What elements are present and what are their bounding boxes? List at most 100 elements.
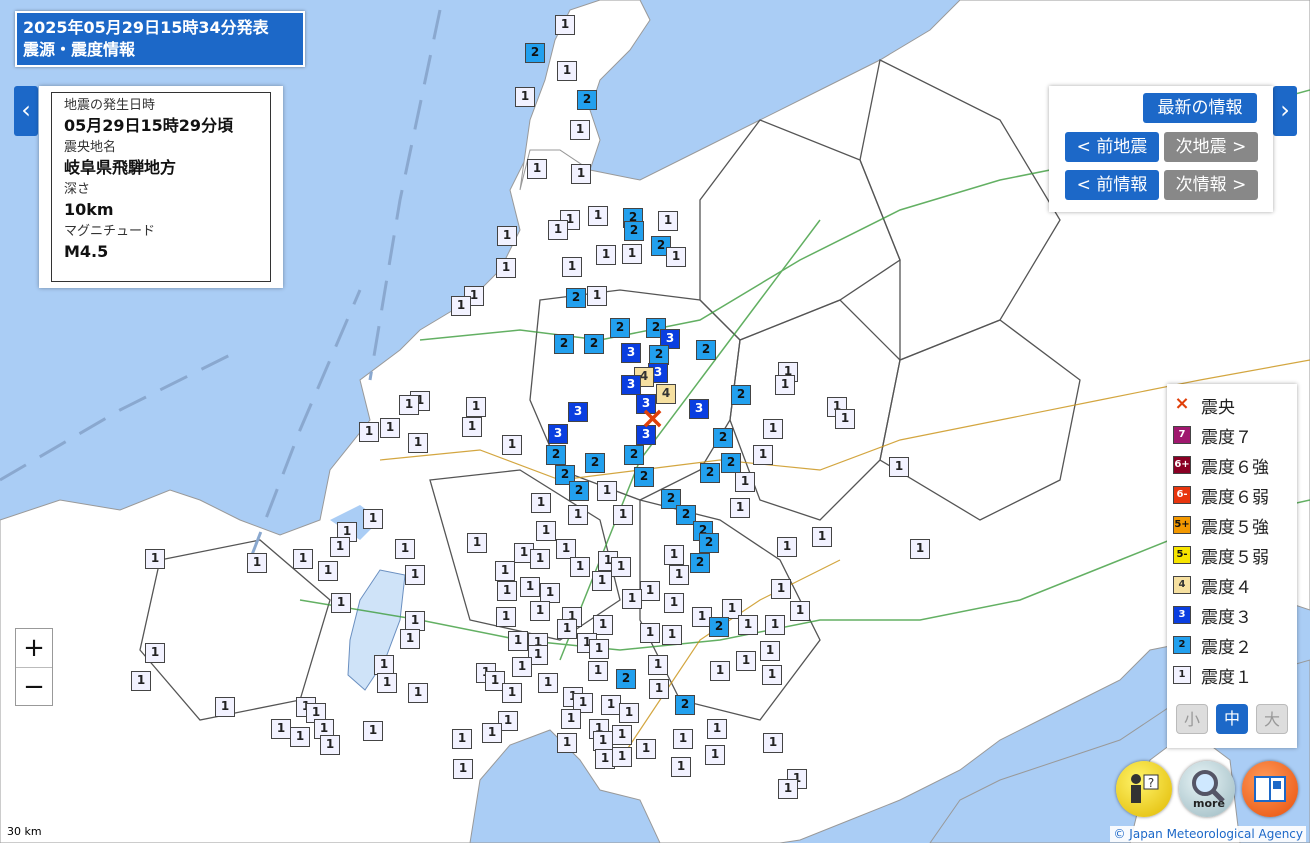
station-intensity-2[interactable]: 2 <box>713 428 733 448</box>
size-small-button[interactable]: 小 <box>1176 704 1208 734</box>
station-intensity-1[interactable]: 1 <box>710 661 730 681</box>
station-intensity-1[interactable]: 1 <box>649 679 669 699</box>
station-intensity-3[interactable]: 3 <box>689 399 709 419</box>
zoom-in-button[interactable]: + <box>16 629 52 668</box>
latest-info-button[interactable]: 最新の情報 <box>1143 93 1257 123</box>
station-intensity-2[interactable]: 2 <box>675 695 695 715</box>
station-intensity-1[interactable]: 1 <box>502 435 522 455</box>
prev-info-button[interactable]: < 前情報 <box>1065 170 1159 200</box>
attribution[interactable]: © Japan Meteorological Agency <box>1110 826 1306 842</box>
station-intensity-1[interactable]: 1 <box>405 611 425 631</box>
station-intensity-2[interactable]: 2 <box>624 221 644 241</box>
station-intensity-1[interactable]: 1 <box>318 561 338 581</box>
station-intensity-1[interactable]: 1 <box>636 739 656 759</box>
station-intensity-1[interactable]: 1 <box>601 695 621 715</box>
station-intensity-2[interactable]: 2 <box>731 385 751 405</box>
station-intensity-1[interactable]: 1 <box>596 245 616 265</box>
station-intensity-1[interactable]: 1 <box>561 709 581 729</box>
station-intensity-1[interactable]: 1 <box>145 549 165 569</box>
station-intensity-1[interactable]: 1 <box>520 577 540 597</box>
station-intensity-1[interactable]: 1 <box>331 593 351 613</box>
station-intensity-2[interactable]: 2 <box>690 553 710 573</box>
station-intensity-1[interactable]: 1 <box>557 733 577 753</box>
station-intensity-1[interactable]: 1 <box>669 565 689 585</box>
station-intensity-1[interactable]: 1 <box>763 419 783 439</box>
station-intensity-2[interactable]: 2 <box>700 463 720 483</box>
station-intensity-1[interactable]: 1 <box>790 601 810 621</box>
station-intensity-1[interactable]: 1 <box>453 759 473 779</box>
station-intensity-1[interactable]: 1 <box>359 422 379 442</box>
station-intensity-1[interactable]: 1 <box>771 579 791 599</box>
station-intensity-1[interactable]: 1 <box>612 725 632 745</box>
station-intensity-1[interactable]: 1 <box>502 683 522 703</box>
station-intensity-1[interactable]: 1 <box>762 665 782 685</box>
station-intensity-1[interactable]: 1 <box>910 539 930 559</box>
station-intensity-1[interactable]: 1 <box>405 565 425 585</box>
station-intensity-1[interactable]: 1 <box>293 549 313 569</box>
station-intensity-1[interactable]: 1 <box>622 244 642 264</box>
station-intensity-1[interactable]: 1 <box>760 641 780 661</box>
station-intensity-1[interactable]: 1 <box>597 481 617 501</box>
station-intensity-2[interactable]: 2 <box>584 334 604 354</box>
station-intensity-2[interactable]: 2 <box>569 481 589 501</box>
station-intensity-1[interactable]: 1 <box>640 623 660 643</box>
station-intensity-1[interactable]: 1 <box>399 395 419 415</box>
station-intensity-1[interactable]: 1 <box>330 537 350 557</box>
station-intensity-1[interactable]: 1 <box>753 445 773 465</box>
station-intensity-1[interactable]: 1 <box>482 723 502 743</box>
station-intensity-1[interactable]: 1 <box>622 589 642 609</box>
station-intensity-1[interactable]: 1 <box>664 593 684 613</box>
more-search-icon[interactable]: more <box>1179 761 1235 817</box>
station-intensity-1[interactable]: 1 <box>131 671 151 691</box>
station-intensity-1[interactable]: 1 <box>593 731 613 751</box>
station-intensity-1[interactable]: 1 <box>765 615 785 635</box>
station-intensity-1[interactable]: 1 <box>592 571 612 591</box>
station-intensity-1[interactable]: 1 <box>408 683 428 703</box>
help-icon[interactable]: ? <box>1116 761 1172 817</box>
station-intensity-1[interactable]: 1 <box>508 631 528 651</box>
zoom-out-button[interactable]: − <box>16 668 52 706</box>
station-intensity-1[interactable]: 1 <box>611 557 631 577</box>
station-intensity-2[interactable]: 2 <box>721 453 741 473</box>
next-panel-arrow-icon[interactable]: › <box>1273 86 1297 136</box>
station-intensity-1[interactable]: 1 <box>377 673 397 693</box>
station-intensity-1[interactable]: 1 <box>570 120 590 140</box>
station-intensity-1[interactable]: 1 <box>835 409 855 429</box>
station-intensity-1[interactable]: 1 <box>612 747 632 767</box>
station-intensity-1[interactable]: 1 <box>540 583 560 603</box>
station-intensity-2[interactable]: 2 <box>699 533 719 553</box>
station-intensity-1[interactable]: 1 <box>812 527 832 547</box>
station-intensity-1[interactable]: 1 <box>664 545 684 565</box>
station-intensity-1[interactable]: 1 <box>889 457 909 477</box>
station-intensity-1[interactable]: 1 <box>640 581 660 601</box>
station-intensity-1[interactable]: 1 <box>588 206 608 226</box>
station-intensity-1[interactable]: 1 <box>247 553 267 573</box>
station-intensity-1[interactable]: 1 <box>648 655 668 675</box>
station-intensity-2[interactable]: 2 <box>616 669 636 689</box>
station-intensity-1[interactable]: 1 <box>671 757 691 777</box>
station-intensity-3[interactable]: 3 <box>621 375 641 395</box>
station-intensity-1[interactable]: 1 <box>512 657 532 677</box>
station-intensity-1[interactable]: 1 <box>666 247 686 267</box>
station-intensity-3[interactable]: 3 <box>548 424 568 444</box>
station-intensity-1[interactable]: 1 <box>496 258 516 278</box>
station-intensity-2[interactable]: 2 <box>577 90 597 110</box>
station-intensity-1[interactable]: 1 <box>571 164 591 184</box>
epicenter-marker[interactable]: × <box>640 401 665 436</box>
station-intensity-1[interactable]: 1 <box>515 87 535 107</box>
station-intensity-1[interactable]: 1 <box>495 561 515 581</box>
size-large-button[interactable]: 大 <box>1256 704 1288 734</box>
station-intensity-2[interactable]: 2 <box>554 334 574 354</box>
station-intensity-1[interactable]: 1 <box>531 493 551 513</box>
station-intensity-2[interactable]: 2 <box>634 467 654 487</box>
station-intensity-1[interactable]: 1 <box>466 397 486 417</box>
station-intensity-1[interactable]: 1 <box>588 661 608 681</box>
station-intensity-1[interactable]: 1 <box>730 498 750 518</box>
station-intensity-1[interactable]: 1 <box>467 533 487 553</box>
station-intensity-1[interactable]: 1 <box>363 509 383 529</box>
station-intensity-1[interactable]: 1 <box>738 615 758 635</box>
station-intensity-3[interactable]: 3 <box>568 402 588 422</box>
station-intensity-1[interactable]: 1 <box>775 375 795 395</box>
station-intensity-2[interactable]: 2 <box>566 288 586 308</box>
station-intensity-1[interactable]: 1 <box>589 639 609 659</box>
